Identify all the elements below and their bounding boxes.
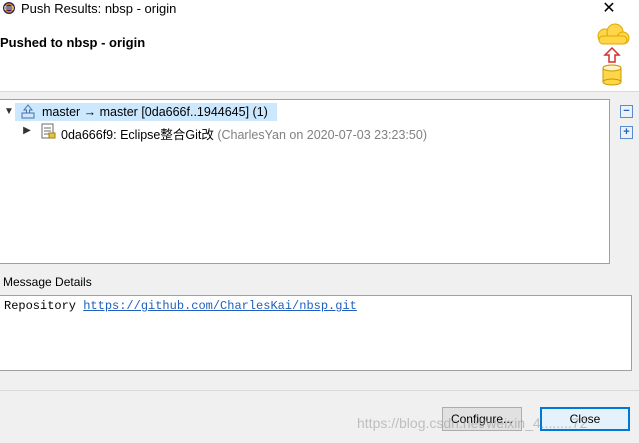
message-details-box[interactable]: Repository https://github.com/CharlesKai… xyxy=(0,295,632,371)
close-window-button[interactable]: ✕ xyxy=(599,0,619,18)
cloud-push-icon xyxy=(597,23,630,86)
button-bar-divider xyxy=(0,390,639,391)
collapse-all-button[interactable]: − xyxy=(620,105,633,118)
title-bar: Push Results: nbsp - origin ✕ xyxy=(0,0,639,18)
watermark-text: https://blog.csdn.net/weixin_4........72 xyxy=(357,415,588,431)
commit-title: 0da666f9: Eclipse整合Git改 xyxy=(61,128,214,142)
dialog-heading: Pushed to nbsp - origin xyxy=(0,35,146,50)
push-results-tree[interactable]: ▼ master → master [0da666f..1944645] (1)… xyxy=(0,99,610,264)
eclipse-icon xyxy=(3,2,15,14)
push-ref-icon xyxy=(21,104,35,119)
dialog-header: Pushed to nbsp - origin xyxy=(0,18,639,92)
commit-label: 0da666f9: Eclipse整合Git改 (CharlesYan on 2… xyxy=(61,124,427,143)
tree-row-commit[interactable]: ▶ 0da666f9: Eclipse整合Git改 (CharlesYan on… xyxy=(0,121,600,143)
tree-row-ref-update[interactable]: ▼ master → master [0da666f..1944645] (1) xyxy=(0,102,277,122)
ref-update-label: master → master [0da666f..1944645] (1) xyxy=(42,105,268,119)
expand-all-button[interactable]: + xyxy=(620,126,633,139)
collapse-twisty-icon[interactable]: ▼ xyxy=(4,106,14,117)
commit-icon xyxy=(41,123,56,139)
commit-meta: (CharlesYan on 2020-07-03 23:23:50) xyxy=(217,128,427,142)
expand-twisty-icon[interactable]: ▶ xyxy=(22,125,32,136)
message-details-label: Message Details xyxy=(3,275,92,289)
repository-prefix: Repository xyxy=(4,299,77,313)
repository-link[interactable]: https://github.com/CharlesKai/nbsp.git xyxy=(83,299,357,313)
window-title: Push Results: nbsp - origin xyxy=(21,1,177,16)
